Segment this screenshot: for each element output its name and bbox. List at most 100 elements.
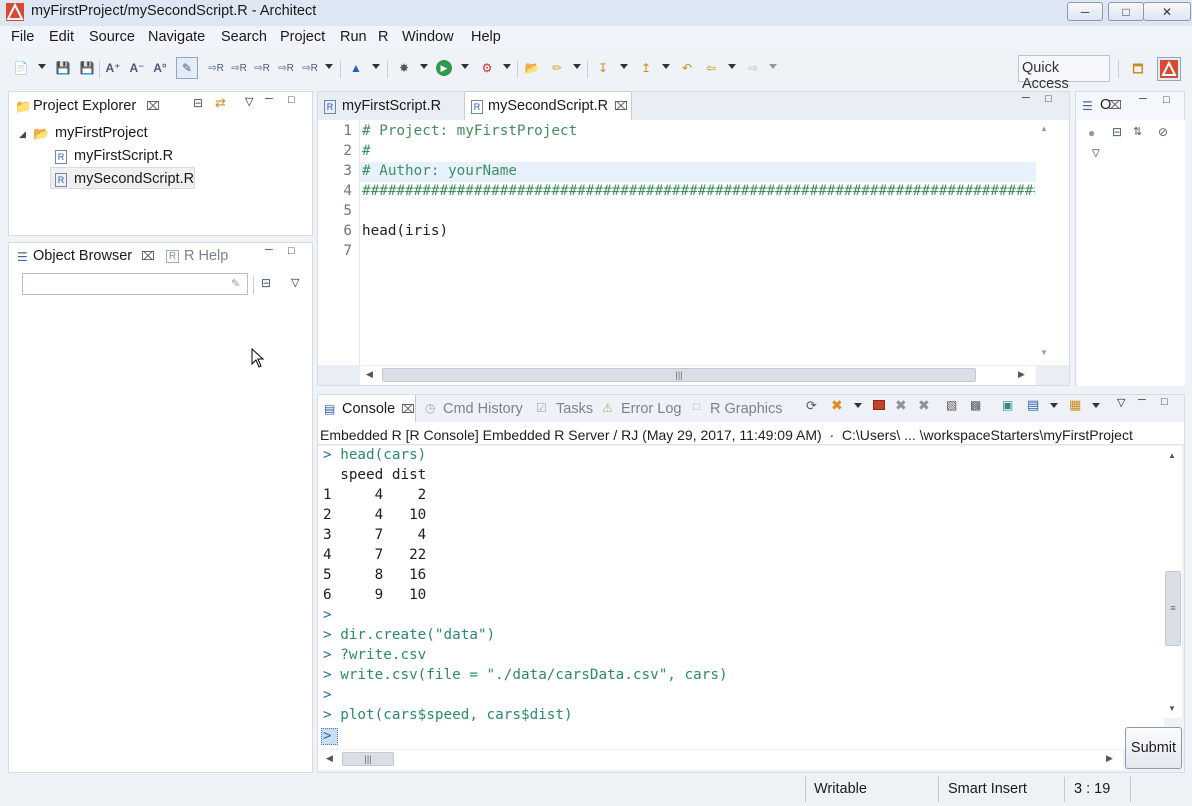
tab-tasks[interactable]: Tasks — [556, 401, 593, 417]
architect-perspective-button[interactable] — [1157, 57, 1181, 81]
console-horizontal-scrollbar[interactable]: ◀ ||| ▶ — [318, 750, 1123, 770]
submit-button[interactable]: Submit — [1125, 727, 1182, 769]
font-decrease-icon[interactable]: A⁻ — [128, 59, 146, 77]
open-folder-icon[interactable]: 📂 — [523, 59, 541, 77]
clear-console-icon[interactable]: ▧ — [946, 398, 957, 412]
menu-project[interactable]: Project — [280, 29, 325, 45]
hide-fields-icon[interactable]: ● — [1088, 126, 1095, 140]
debug-icon[interactable]: ✸ — [395, 59, 413, 77]
menu-file[interactable]: File — [11, 29, 34, 45]
console-vertical-scrollbar[interactable]: ▲ ≡ ▼ — [1164, 446, 1182, 718]
view-menu-icon[interactable]: ▽ — [291, 276, 299, 289]
pencil-dropdown-icon[interactable] — [573, 64, 581, 69]
back-dropdown-icon[interactable] — [728, 64, 736, 69]
object-filter-input[interactable] — [22, 273, 248, 295]
tab-cmd-history[interactable]: Cmd History — [443, 401, 523, 417]
tab-mysecondscript[interactable]: R mySecondScript.R ⌧ — [464, 91, 632, 120]
tab-console[interactable]: ▤ Console ⌧ — [318, 395, 416, 422]
clear-filter-icon[interactable]: ✎ — [231, 277, 240, 290]
collapse-all-icon[interactable]: ⊟ — [261, 276, 271, 290]
minimize-view-icon[interactable]: ─ — [1138, 394, 1146, 406]
link-with-editor-icon[interactable]: ⇄ — [215, 95, 226, 111]
terminate-icon[interactable]: ✖ — [831, 397, 843, 414]
menu-run[interactable]: Run — [340, 29, 367, 45]
close-tab-icon[interactable]: ⌧ — [146, 99, 160, 113]
tab-myfirstscript[interactable]: R myFirstScript.R — [318, 92, 464, 119]
close-tab-icon[interactable]: ⌧ — [1108, 98, 1122, 112]
run-config-dropdown-icon[interactable] — [461, 64, 469, 69]
collapse-all-icon[interactable]: ⊟ — [193, 96, 203, 110]
next-annotation-dropdown-icon[interactable] — [620, 64, 628, 69]
menu-search[interactable]: Search — [221, 29, 267, 45]
tab-r-graphics[interactable]: R Graphics — [710, 401, 783, 417]
external-tools-icon[interactable]: ⚙ — [478, 59, 496, 77]
save-all-icon[interactable]: 💾 — [78, 59, 96, 77]
maximize-view-icon[interactable]: □ — [1161, 396, 1168, 408]
minimize-view-icon[interactable]: ─ — [1139, 93, 1147, 105]
collapse-all-icon[interactable]: ⊟ — [1112, 125, 1122, 139]
maximize-view-icon[interactable]: □ — [1045, 93, 1052, 105]
remove-launch-icon[interactable]: ✖ — [895, 397, 907, 414]
terminate-dropdown-icon[interactable] — [854, 403, 862, 408]
new-file-icon[interactable]: 📄 — [12, 59, 30, 77]
deploy-dropdown-icon[interactable] — [372, 64, 380, 69]
run-selection-icon[interactable]: ⇨R — [207, 59, 225, 77]
open-perspective-icon[interactable]: 🗖 — [1129, 61, 1147, 79]
new-dropdown-icon[interactable] — [38, 64, 46, 69]
object-browser-tab[interactable]: Object Browser — [33, 248, 132, 264]
r-help-tab[interactable]: R Help — [184, 248, 228, 264]
maximize-view-icon[interactable]: □ — [288, 94, 295, 106]
menu-source[interactable]: Source — [89, 29, 135, 45]
forward-dropdown-icon[interactable] — [769, 64, 777, 69]
back-icon[interactable]: ⇦ — [702, 59, 720, 77]
console-output[interactable] — [318, 446, 1164, 749]
run-line-icon[interactable]: ⇨R — [230, 59, 248, 77]
toggle-mark-occurrences-icon[interactable]: ✎ — [176, 57, 198, 79]
display-console-icon[interactable]: ▤ — [1027, 397, 1039, 413]
hide-non-public-icon[interactable]: ⊘ — [1158, 125, 1168, 139]
new-console-icon[interactable]: ▦ — [1069, 397, 1081, 413]
forward-icon[interactable]: ⇨ — [744, 59, 762, 77]
next-annotation-icon[interactable]: ↧ — [594, 59, 612, 77]
maximize-view-icon[interactable]: □ — [1163, 94, 1170, 106]
tree-file-mysecondscript[interactable]: mySecondScript.R — [74, 171, 194, 187]
view-menu-icon[interactable]: ▽ — [1117, 396, 1125, 409]
code-area[interactable] — [318, 120, 1069, 365]
expand-arrow-icon[interactable]: ◢ — [19, 129, 26, 140]
tab-error-log[interactable]: Error Log — [621, 401, 681, 417]
editor-vertical-scrollbar[interactable]: ▲ ▼ — [1036, 120, 1054, 365]
view-menu-icon[interactable]: ▽ — [245, 95, 253, 108]
quick-access-input[interactable]: Quick Access — [1018, 55, 1110, 92]
save-icon[interactable]: 💾 — [54, 59, 72, 77]
menu-help[interactable]: Help — [471, 29, 501, 45]
last-edit-location-icon[interactable]: ↶ — [678, 59, 696, 77]
deploy-icon[interactable]: ▲ — [347, 59, 365, 77]
display-console-dropdown-icon[interactable] — [1050, 403, 1058, 408]
font-reset-icon[interactable]: A° — [151, 59, 169, 77]
pin-console-icon[interactable]: ▣ — [1002, 398, 1013, 412]
run-icon[interactable]: ▶ — [436, 60, 452, 76]
close-tab-icon[interactable]: ⌧ — [141, 249, 155, 263]
new-console-dropdown-icon[interactable] — [1092, 403, 1100, 408]
close-tab-icon[interactable]: ⌧ — [614, 99, 628, 113]
minimize-view-icon[interactable]: ─ — [265, 244, 273, 256]
remove-all-icon[interactable]: ✖ — [918, 397, 930, 414]
sort-icon[interactable]: ⇅ — [1133, 125, 1142, 138]
font-increase-icon[interactable]: A⁺ — [104, 59, 122, 77]
close-tab-icon[interactable]: ⌧ — [401, 402, 415, 416]
previous-annotation-icon[interactable]: ↥ — [637, 59, 655, 77]
run-source-icon[interactable]: ⇨R — [301, 59, 319, 77]
maximize-button[interactable]: □ — [1108, 2, 1144, 21]
minimize-view-icon[interactable]: ─ — [1022, 92, 1030, 104]
run-file-icon[interactable]: ⇨R — [277, 59, 295, 77]
console-input[interactable] — [340, 728, 1120, 748]
tree-project[interactable]: myFirstProject — [55, 125, 148, 141]
view-menu-icon[interactable]: ▽ — [1092, 148, 1100, 159]
menu-window[interactable]: Window — [402, 29, 454, 45]
previous-annotation-dropdown-icon[interactable] — [662, 64, 670, 69]
external-tools-dropdown-icon[interactable] — [503, 64, 511, 69]
menu-navigate[interactable]: Navigate — [148, 29, 205, 45]
editor-horizontal-scrollbar[interactable]: ◀ ||| ▶ — [360, 366, 1036, 385]
refresh-icon[interactable]: ⟳ — [806, 398, 817, 414]
close-window-button[interactable]: ✕ — [1143, 2, 1191, 21]
